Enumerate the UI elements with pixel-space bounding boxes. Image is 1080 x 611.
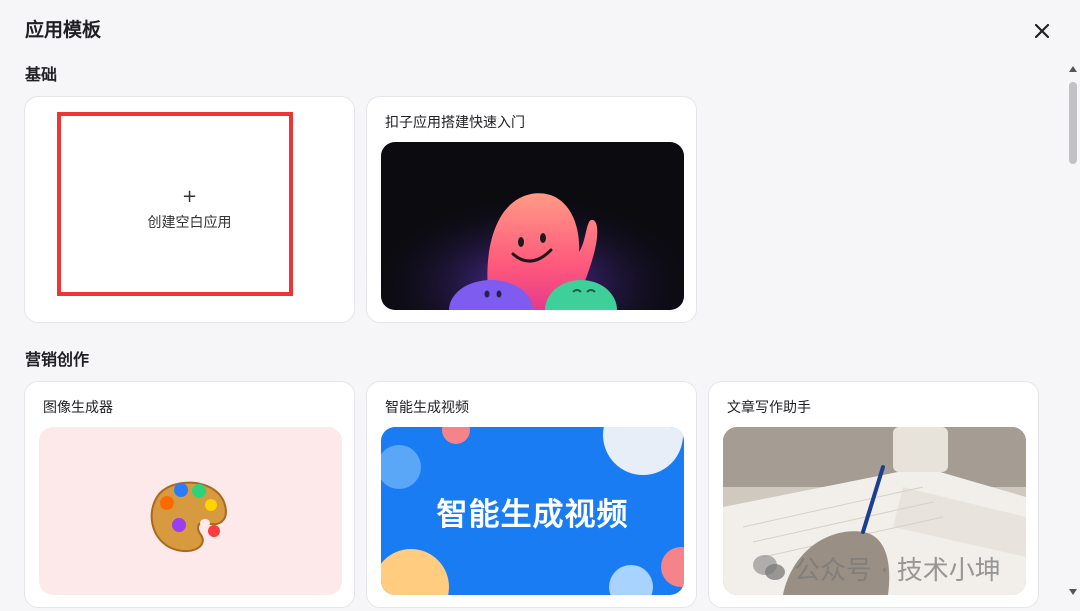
modal-title: 应用模板 bbox=[25, 19, 102, 41]
section-title-basic: 基础 bbox=[25, 65, 58, 84]
image-generator-thumbnail bbox=[39, 427, 342, 595]
template-card-title: 图像生成器 bbox=[43, 400, 113, 416]
create-blank-app-content: + 创建空白应用 bbox=[25, 97, 354, 322]
section-title-marketing: 营销创作 bbox=[25, 350, 90, 369]
scrollbar[interactable] bbox=[1066, 64, 1080, 597]
plus-icon: + bbox=[181, 185, 198, 207]
scroll-down-button[interactable] bbox=[1068, 587, 1078, 597]
close-button[interactable] bbox=[1029, 18, 1055, 44]
template-card-title: 扣子应用搭建快速入门 bbox=[385, 115, 525, 131]
close-icon bbox=[1035, 24, 1049, 38]
template-card-image-generator[interactable]: 图像生成器 bbox=[24, 381, 355, 608]
scroll-thumb[interactable] bbox=[1069, 82, 1077, 164]
smart-video-thumbnail: 智能生成视频 bbox=[381, 427, 684, 595]
palette-icon bbox=[150, 481, 227, 553]
template-card-smart-video[interactable]: 智能生成视频 智能生成视频 bbox=[366, 381, 697, 608]
template-card-quickstart[interactable]: 扣子应用搭建快速入门 bbox=[366, 96, 697, 323]
modal-header: 应用模板 bbox=[25, 16, 1055, 46]
writing-photo bbox=[723, 427, 1026, 595]
mascot-illustration bbox=[381, 142, 684, 310]
writing-assistant-thumbnail bbox=[723, 427, 1026, 595]
scroll-up-button[interactable] bbox=[1068, 64, 1078, 74]
template-card-writing-assistant[interactable]: 文章写作助手 bbox=[708, 381, 1039, 608]
quickstart-thumbnail bbox=[381, 142, 684, 310]
smart-video-image-text: 智能生成视频 bbox=[436, 496, 629, 533]
create-blank-app-card[interactable]: + 创建空白应用 bbox=[24, 96, 355, 323]
template-card-title: 文章写作助手 bbox=[727, 400, 811, 416]
chevron-down-icon bbox=[1069, 589, 1077, 595]
create-blank-app-label: 创建空白应用 bbox=[147, 214, 232, 231]
app-template-modal: 应用模板 基础 + 创建空白应用 扣子应用搭建快速入门 营销创作 图像生成器 智… bbox=[0, 0, 1080, 611]
template-card-title: 智能生成视频 bbox=[385, 400, 469, 416]
chevron-up-icon bbox=[1069, 66, 1077, 72]
